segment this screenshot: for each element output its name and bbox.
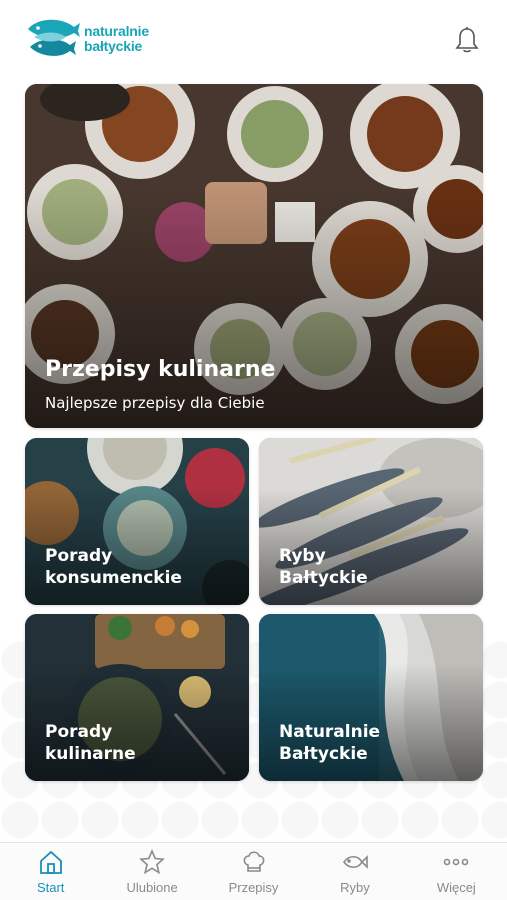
tile-title-line-2: konsumenckie	[45, 568, 182, 588]
bell-icon[interactable]	[454, 26, 480, 54]
home-icon	[39, 850, 62, 874]
tile-title-line-2: Bałtyckie	[279, 744, 368, 764]
hero-title: Przepisy kulinarne	[45, 357, 276, 382]
tile-title-line-2: Bałtyckie	[279, 568, 368, 588]
nav-label: Przepisy	[228, 879, 279, 895]
nav-label: Więcej	[436, 879, 476, 895]
logo-line-2: bałtyckie	[84, 38, 143, 54]
nav-label: Ryby	[340, 879, 370, 895]
hero-subtitle: Najlepsze przepisy dla Ciebie	[45, 394, 265, 412]
more-dots-icon	[444, 858, 469, 865]
nav-item-recipes[interactable]: Przepisy	[203, 843, 304, 900]
tile-title-line-1: Naturalnie	[279, 722, 381, 742]
tile-title-line-1: Ryby	[279, 546, 326, 566]
logo-wordmark: naturalnie bałtyckie	[84, 24, 149, 54]
app-logo: naturalnie bałtyckie	[24, 15, 149, 63]
nav-label: Ulubione	[126, 879, 178, 895]
naturally-baltic-card[interactable]: Naturalnie Bałtyckie	[259, 614, 483, 781]
tile-title: Porady kulinarne	[45, 721, 136, 765]
app-header: naturalnie bałtyckie	[0, 0, 507, 80]
chef-hat-icon	[243, 850, 264, 872]
cooking-tips-card[interactable]: Porady kulinarne	[25, 614, 249, 781]
nav-item-fish[interactable]: Ryby	[304, 843, 405, 900]
fish-icon	[342, 854, 368, 869]
tile-title-line-2: kulinarne	[45, 744, 136, 764]
logo-line-1: naturalnie	[84, 23, 149, 39]
nav-item-favorites[interactable]: Ulubione	[101, 843, 202, 900]
baltic-fish-card[interactable]: Ryby Bałtyckie	[259, 438, 483, 605]
tile-title: Naturalnie Bałtyckie	[279, 721, 380, 765]
tile-title: Ryby Bałtyckie	[279, 545, 368, 589]
tile-title-line-1: Porady	[45, 546, 113, 566]
recipes-hero-card[interactable]: Przepisy kulinarne Najlepsze przepisy dl…	[25, 84, 483, 428]
nav-item-more[interactable]: Więcej	[406, 843, 507, 900]
tile-title-line-1: Porady	[45, 722, 113, 742]
consumer-tips-card[interactable]: Porady konsumenckie	[25, 438, 249, 605]
star-icon	[139, 848, 166, 874]
bottom-navigation: Start Ulubione Przepisy Ryby Więcej	[0, 842, 507, 900]
tile-title: Porady konsumenckie	[45, 545, 182, 589]
fish-logo-icon	[28, 19, 80, 56]
nav-item-start[interactable]: Start	[0, 843, 101, 900]
nav-label: Start	[36, 879, 65, 895]
